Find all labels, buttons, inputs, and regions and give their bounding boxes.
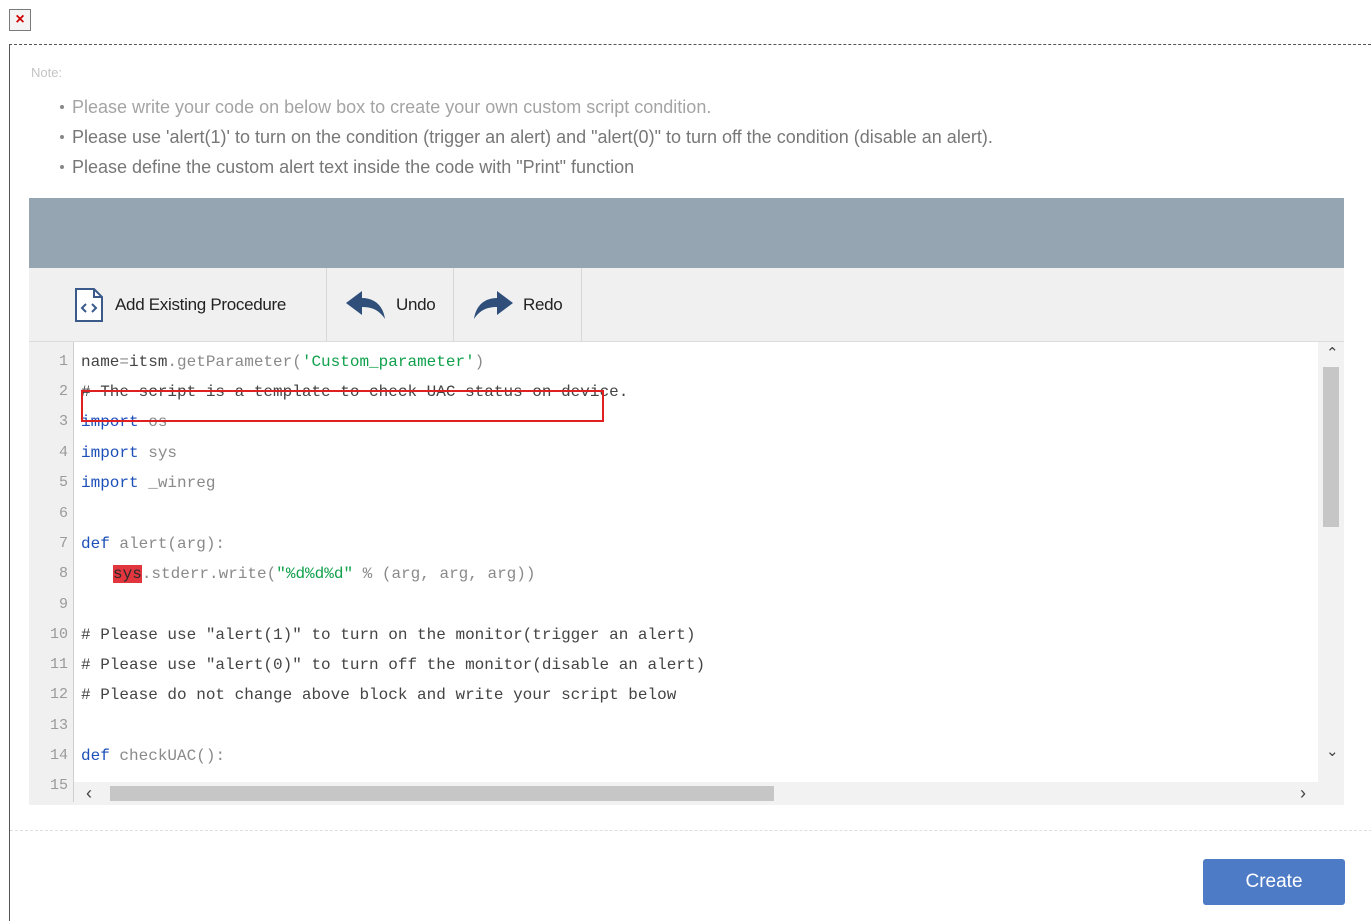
scroll-up-icon[interactable]: ⌃: [1326, 344, 1339, 362]
code-file-icon: [75, 287, 103, 322]
line-number: 10: [49, 626, 68, 643]
scroll-down-icon[interactable]: ⌄: [1326, 742, 1339, 760]
code-keyword: import: [81, 474, 139, 492]
code-line: # Please do not change above block and w…: [81, 686, 677, 704]
line-number: 4: [58, 444, 68, 461]
add-existing-procedure-label: Add Existing Procedure: [115, 294, 287, 314]
custom-script-dialog: Note: Please write your code on below bo…: [9, 44, 1371, 921]
vertical-scroll-thumb[interactable]: [1323, 367, 1339, 527]
footer-divider: [10, 830, 1371, 832]
redo-icon: [474, 290, 513, 319]
line-number: 9: [58, 596, 68, 613]
line-number: 15: [49, 777, 68, 794]
scroll-left-icon[interactable]: ‹: [86, 783, 92, 804]
note-item: Please write your code on below box to c…: [60, 92, 993, 122]
code-token: ): [474, 353, 485, 371]
line-number: 2: [58, 383, 68, 400]
code-line: name=itsm.getParameter('Custom_parameter…: [81, 347, 484, 377]
redo-label: Redo: [523, 294, 563, 314]
code-token: =: [119, 353, 130, 371]
undo-icon: [346, 290, 385, 319]
horizontal-scrollbar[interactable]: ‹ ›: [74, 782, 1318, 805]
add-existing-procedure-button[interactable]: Add Existing Procedure: [29, 268, 327, 341]
code-line: def checkUAC():: [81, 741, 225, 771]
code-line: # Please use "alert(0)" to turn off the …: [81, 656, 706, 674]
line-number: 3: [58, 413, 68, 430]
code-line: sys.stderr.write("%d%d%d" % (arg, arg, a…: [113, 559, 535, 589]
highlight-box: [81, 390, 604, 422]
editor-toolbar: Add Existing Procedure Undo Redo: [29, 268, 1344, 342]
note-item: Please use 'alert(1)' to turn on the con…: [60, 122, 993, 152]
editor-header-bar: [29, 198, 1344, 268]
line-number-gutter: 1 2 3 4 5 6 7 8 9 10 11 12 13 14 15: [29, 342, 72, 805]
code-token: alert: [109, 535, 168, 553]
code-token: sys: [138, 444, 178, 462]
code-token: checkUAC: [109, 747, 197, 765]
line-number: 14: [49, 747, 68, 764]
code-keyword: def: [81, 747, 110, 765]
redo-button[interactable]: Redo: [454, 268, 582, 341]
code-token: name: [81, 353, 120, 371]
code-line: import _winreg: [81, 468, 215, 498]
line-number: 13: [49, 717, 68, 734]
undo-button[interactable]: Undo: [327, 268, 454, 341]
horizontal-scroll-thumb[interactable]: [110, 786, 774, 801]
code-line: def alert(arg):: [81, 529, 225, 559]
line-number: 6: [58, 505, 68, 522]
code-string: 'Custom_parameter': [301, 353, 475, 371]
undo-label: Undo: [396, 294, 436, 314]
code-token: itsm: [129, 353, 168, 371]
note-item: Please define the custom alert text insi…: [60, 152, 993, 182]
code-line: # Please use "alert(1)" to turn on the m…: [81, 626, 696, 644]
create-button[interactable]: Create: [1203, 859, 1345, 905]
line-number: 11: [49, 656, 68, 673]
code-token: .stderr.write(: [141, 565, 277, 583]
code-keyword: def: [81, 535, 110, 553]
code-token: (arg):: [167, 535, 226, 553]
code-keyword: import: [81, 444, 139, 462]
scroll-right-icon[interactable]: ›: [1300, 783, 1306, 804]
line-number: 5: [58, 474, 68, 491]
line-number: 7: [58, 535, 68, 552]
line-number: 1: [58, 353, 68, 370]
code-line: import sys: [81, 438, 177, 468]
code-token: % (arg, arg, arg)): [353, 565, 536, 583]
code-string: "%d%d%d": [276, 565, 354, 583]
close-icon[interactable]: ×: [9, 9, 31, 31]
vertical-scrollbar[interactable]: ⌃ ⌄: [1318, 342, 1344, 805]
line-number: 12: [49, 686, 68, 703]
note-list: Please write your code on below box to c…: [60, 92, 993, 182]
note-label: Note:: [31, 65, 63, 80]
code-token: _winreg: [138, 474, 216, 492]
code-token: ():: [196, 747, 226, 765]
line-number: 8: [58, 565, 68, 582]
code-token: .getParameter(: [167, 353, 302, 371]
code-error-token: sys: [113, 565, 142, 583]
